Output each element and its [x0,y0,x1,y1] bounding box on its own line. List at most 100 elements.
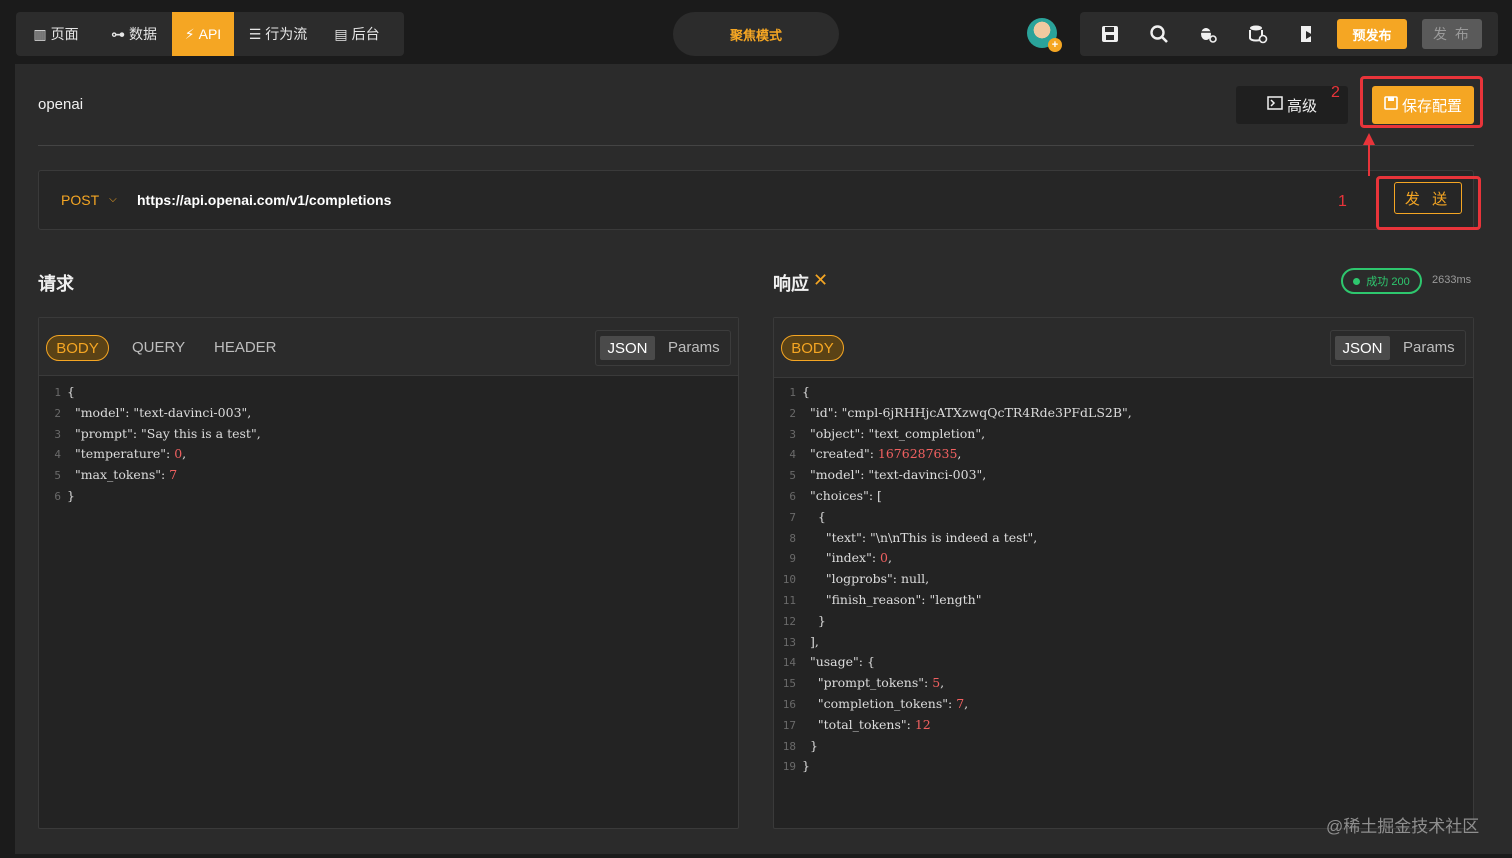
format-toggle: JSON Params [1330,330,1466,366]
code-text: } [802,737,818,753]
code-text: "prompt": "Say this is a test", [67,425,261,441]
preview-icon[interactable] [1295,22,1319,46]
divider [38,145,1474,146]
line-number: 17 [782,718,796,732]
code-text: "usage": { [802,654,875,670]
code-line: 4 "created": 1676287635, [774,444,1132,465]
tab-body[interactable]: BODY [781,335,844,361]
code-text: { [802,508,826,524]
code-line: 12 } [774,611,1132,632]
save-icon[interactable] [1098,22,1122,46]
focus-mode-button[interactable]: 聚焦模式 [673,12,839,56]
page-icon: ▥ [33,25,47,42]
line-number: 13 [782,635,796,649]
arrow-shaft [1368,142,1370,176]
nav-item-data[interactable]: ⊶ 数据 [96,12,172,56]
line-number: 5 [789,469,796,483]
code-line: 14 "usage": { [774,652,1132,673]
response-panel-header: BODY JSON Params [774,318,1473,378]
format-params[interactable]: Params [1403,339,1455,356]
request-panel: BODY QUERY HEADER JSON Params 1{2 "model… [38,317,739,829]
code-line: 8 "text": "\n\nThis is indeed a test", [774,528,1132,549]
format-json[interactable]: JSON [1335,336,1390,360]
line-number: 3 [789,427,796,441]
code-number: 0 [880,550,888,566]
send-button[interactable]: 发 送 [1394,182,1462,214]
code-text: "text": "\n\nThis is indeed a test", [802,529,1038,545]
save-config-button[interactable]: 保存配置 [1372,86,1474,124]
code-punct: , [957,446,962,462]
code-text: "model": "text-davinci-003", [67,404,252,420]
code-text: { [67,384,75,399]
code-text: "object": "text_completion", [802,425,986,441]
response-panel: BODY JSON Params 1{2 "id": "cmpl-6jRHHjc… [773,317,1474,829]
code-line: 16 "completion_tokens": 7, [774,694,1132,715]
code-punct: , [964,695,969,711]
close-icon[interactable]: ✕ [813,270,828,291]
line-number: 11 [782,593,796,607]
line-number: 1 [789,386,796,399]
code-line: 17 "total_tokens": 12 [774,715,1132,736]
code-line: 13 ], [774,632,1132,653]
code-punct: , [887,550,892,566]
database-icon[interactable] [1246,22,1270,46]
request-body-editor[interactable]: 1{2 "model": "text-davinci-003", 3 "promp… [39,382,261,507]
code-line: 3 "prompt": "Say this is a test", [39,424,261,445]
nav-item-admin[interactable]: ▤ 后台 [322,12,392,56]
plus-icon: + [1048,38,1062,52]
format-params[interactable]: Params [668,339,720,356]
code-text: "model": "text-davinci-003", [802,467,987,483]
status-dot [1353,277,1361,285]
code-text: "logprobs": null, [802,571,930,587]
nav-item-api[interactable]: ⚡ API [172,12,234,56]
tab-body[interactable]: BODY [46,335,109,361]
response-body-viewer: 1{2 "id": "cmpl-6jRHHjcATXzwqQcTR4Rde3PF… [774,382,1132,777]
nav-item-page[interactable]: ▥ 页面 [16,12,96,56]
action-toolbar: 预发布 发 布 [1080,12,1498,56]
code-punct: , [940,675,945,691]
nav-item-label: API [198,26,222,42]
code-text: "index": [802,550,881,566]
line-number: 12 [782,614,796,628]
code-number: 1676287635 [877,446,958,462]
code-text: "completion_tokens": [802,695,957,711]
nav-item-flow[interactable]: ☰ 行为流 [234,12,322,56]
line-number: 6 [54,489,61,503]
flow-icon: ☰ [248,25,262,42]
avatar[interactable]: + [1027,18,1062,52]
watermark: @稀土掘金技术社区 [1326,817,1480,836]
top-toolbar: ▥ 页面 ⊶ 数据 ⚡ API ☰ 行为流 ▤ 后台 聚焦模式 + 预发布 发 … [0,0,1512,64]
publish-button[interactable]: 发 布 [1422,19,1482,49]
code-line: 4 "temperature": 0, [39,444,261,465]
api-plug-icon: ⚡ [184,25,195,42]
debug-icon[interactable] [1196,22,1220,46]
format-json[interactable]: JSON [600,336,655,360]
code-line: 1{ [774,382,1132,403]
tab-header[interactable]: HEADER [214,339,277,356]
step-2-marker: 2 [1331,84,1340,101]
line-number: 16 [782,697,796,711]
code-line: 6} [39,486,261,507]
admin-icon: ▤ [334,25,348,42]
nav-item-label: 数据 [129,26,157,42]
line-number: 7 [789,510,796,524]
prepublish-button[interactable]: 预发布 [1337,19,1407,49]
code-line: 2 "model": "text-davinci-003", [39,403,261,424]
advanced-label: 高级 [1286,97,1317,115]
method-select[interactable]: POST ⌵ [61,192,117,208]
url-bar: POST ⌵ https://api.openai.com/v1/complet… [38,170,1474,230]
tab-query[interactable]: QUERY [132,339,185,356]
code-text: } [67,487,75,503]
url-input[interactable]: https://api.openai.com/v1/completions [137,192,391,208]
format-toggle: JSON Params [595,330,731,366]
nav-item-label: 页面 [50,26,79,42]
code-number: 7 [169,467,178,483]
code-line: 11 "finish_reason": "length" [774,590,1132,611]
search-icon[interactable] [1147,22,1171,46]
line-number: 5 [54,469,61,483]
code-text: "temperature": [67,446,175,462]
code-number: 0 [174,446,183,462]
save-config-label: 保存配置 [1401,97,1462,115]
code-text: "choices": [ [802,487,882,503]
code-text: "finish_reason": "length" [802,591,982,607]
